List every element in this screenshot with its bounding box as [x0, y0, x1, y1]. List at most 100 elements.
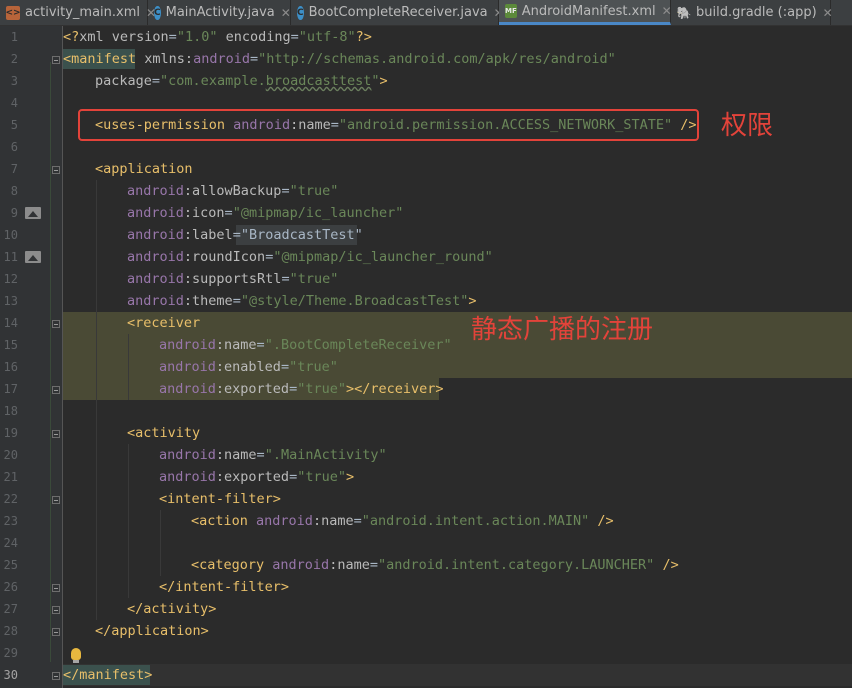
code-line: 21 android:exported="true"> — [0, 466, 852, 488]
line-number: 18 — [3, 404, 18, 418]
code-text: android:roundIcon="@mipmap/ic_launcher_r… — [127, 249, 493, 265]
line-number: 3 — [10, 74, 18, 88]
code-line: 25 <category android:name="android.inten… — [0, 554, 852, 576]
code-text: <receiver — [127, 315, 201, 331]
line-number: 20 — [3, 448, 18, 462]
code-text: <intent-filter> — [159, 491, 281, 507]
line-number: 29 — [3, 646, 18, 660]
code-line: 8 android:allowBackup="true" — [0, 180, 852, 202]
tab-mainactivity-java[interactable]: C MainActivity.java ✕ — [148, 0, 291, 25]
line-number: 19 — [3, 426, 18, 440]
line-number: 9 — [10, 206, 18, 220]
line-number: 15 — [3, 338, 18, 352]
code-line: 29 — [0, 642, 852, 664]
line-number: 1 — [10, 30, 18, 44]
tab-androidmanifest-xml[interactable]: MF AndroidManifest.xml ✕ — [499, 0, 672, 25]
tab-build-gradle[interactable]: 🐘 build.gradle (:app) ✕ — [671, 0, 833, 25]
line-number: 28 — [3, 624, 18, 638]
static-registration-annotation: 静态广播的注册 — [471, 315, 654, 345]
code-text: <manifest xmlns:android="http://schemas.… — [63, 51, 616, 67]
code-line: 3 package="com.example.broadcasttest"> — [0, 70, 852, 92]
code-line: 23 <action android:name="android.intent.… — [0, 510, 852, 532]
line-number: 2 — [10, 52, 18, 66]
line-number: 23 — [3, 514, 18, 528]
code-line: 28 </application> — [0, 620, 852, 642]
line-number: 27 — [3, 602, 18, 616]
code-line: 26 </intent-filter> — [0, 576, 852, 598]
line-number: 5 — [10, 118, 18, 132]
tab-label: build.gradle (:app) — [696, 5, 817, 20]
code-text: <activity — [127, 425, 201, 441]
code-line: 13 android:theme="@style/Theme.Broadcast… — [0, 290, 852, 312]
line-number: 17 — [3, 382, 18, 396]
code-line: 12 android:supportsRtl="true" — [0, 268, 852, 290]
code-line: 18 — [0, 400, 852, 422]
code-line: 17 android:exported="true"></receiver> — [0, 378, 852, 400]
code-line: 9 android:icon="@mipmap/ic_launcher" — [0, 202, 852, 224]
line-number: 7 — [10, 162, 18, 176]
code-line: 1 <?xml version="1.0" encoding="utf-8"?> — [0, 26, 852, 48]
tab-label: activity_main.xml — [25, 5, 141, 20]
line-number: 8 — [10, 184, 18, 198]
code-line: 22 <intent-filter> — [0, 488, 852, 510]
code-line: 7 <application — [0, 158, 852, 180]
line-number: 4 — [10, 96, 18, 110]
java-class-icon: C — [154, 5, 161, 20]
tab-activity-main-xml[interactable]: <> activity_main.xml ✕ — [0, 0, 156, 25]
tab-label: AndroidManifest.xml — [521, 3, 656, 19]
code-text: android:allowBackup="true" — [127, 183, 339, 199]
code-text: android:enabled="true" — [159, 359, 338, 375]
code-text: android:name=".BootCompleteReceiver" — [159, 337, 452, 353]
tab-label: MainActivity.java — [165, 5, 275, 20]
code-text: <application — [95, 161, 193, 177]
line-number: 14 — [3, 316, 18, 330]
code-text: android:label="BroadcastTest" — [127, 227, 363, 243]
code-line: 15 android:name=".BootCompleteReceiver" — [0, 334, 852, 356]
line-number: 24 — [3, 536, 18, 550]
tab-bootcompletereceiver-java[interactable]: C BootCompleteReceiver.java ✕ — [291, 0, 504, 25]
code-text: android:supportsRtl="true" — [127, 271, 339, 287]
code-line: 14 <receiver — [0, 312, 852, 334]
code-line-current: 30 </manifest> — [0, 664, 852, 686]
line-number: 22 — [3, 492, 18, 506]
code-text: android:exported="true"></receiver> — [159, 381, 444, 397]
line-number: 21 — [3, 470, 18, 484]
code-line: 27 </activity> — [0, 598, 852, 620]
line-number: 30 — [3, 668, 18, 682]
code-line: 2 <manifest xmlns:android="http://schema… — [0, 48, 852, 70]
tab-label: BootCompleteReceiver.java — [308, 5, 488, 20]
gradle-icon: 🐘 — [676, 5, 692, 20]
close-icon[interactable]: ✕ — [281, 6, 291, 20]
close-icon[interactable]: ✕ — [823, 6, 833, 20]
line-number: 26 — [3, 580, 18, 594]
code-line: 10 android:label="BroadcastTest" — [0, 224, 852, 246]
code-text: <action android:name="android.intent.act… — [191, 513, 614, 529]
code-text: </intent-filter> — [159, 579, 290, 595]
code-text: <?xml version="1.0" encoding="utf-8"?> — [63, 29, 372, 45]
xml-file-icon: <> — [5, 5, 21, 20]
permission-annotation-box — [78, 109, 699, 141]
editor-tab-bar: <> activity_main.xml ✕ C MainActivity.ja… — [0, 0, 852, 26]
code-line: 20 android:name=".MainActivity" — [0, 444, 852, 466]
code-line: 19 <activity — [0, 422, 852, 444]
line-number: 10 — [3, 228, 18, 242]
line-number: 16 — [3, 360, 18, 374]
permission-annotation: 权限 — [721, 111, 774, 141]
code-text: android:theme="@style/Theme.BroadcastTes… — [127, 293, 477, 309]
code-text: </application> — [95, 623, 209, 639]
code-text: android:icon="@mipmap/ic_launcher" — [127, 205, 404, 221]
code-text: </manifest> — [63, 667, 153, 683]
line-number: 12 — [3, 272, 18, 286]
code-text: android:exported="true"> — [159, 469, 355, 485]
line-number: 25 — [3, 558, 18, 572]
manifest-file-icon: MF — [505, 4, 517, 18]
code-text: </activity> — [127, 601, 217, 617]
code-text: <category android:name="android.intent.c… — [191, 557, 679, 573]
line-number: 11 — [3, 250, 18, 264]
line-number: 13 — [3, 294, 18, 308]
code-text: package="com.example.broadcasttest"> — [95, 73, 388, 89]
code-line: 24 — [0, 532, 852, 554]
code-text: android:name=".MainActivity" — [159, 447, 387, 463]
line-number: 6 — [10, 140, 18, 154]
java-class-icon: C — [297, 5, 304, 20]
